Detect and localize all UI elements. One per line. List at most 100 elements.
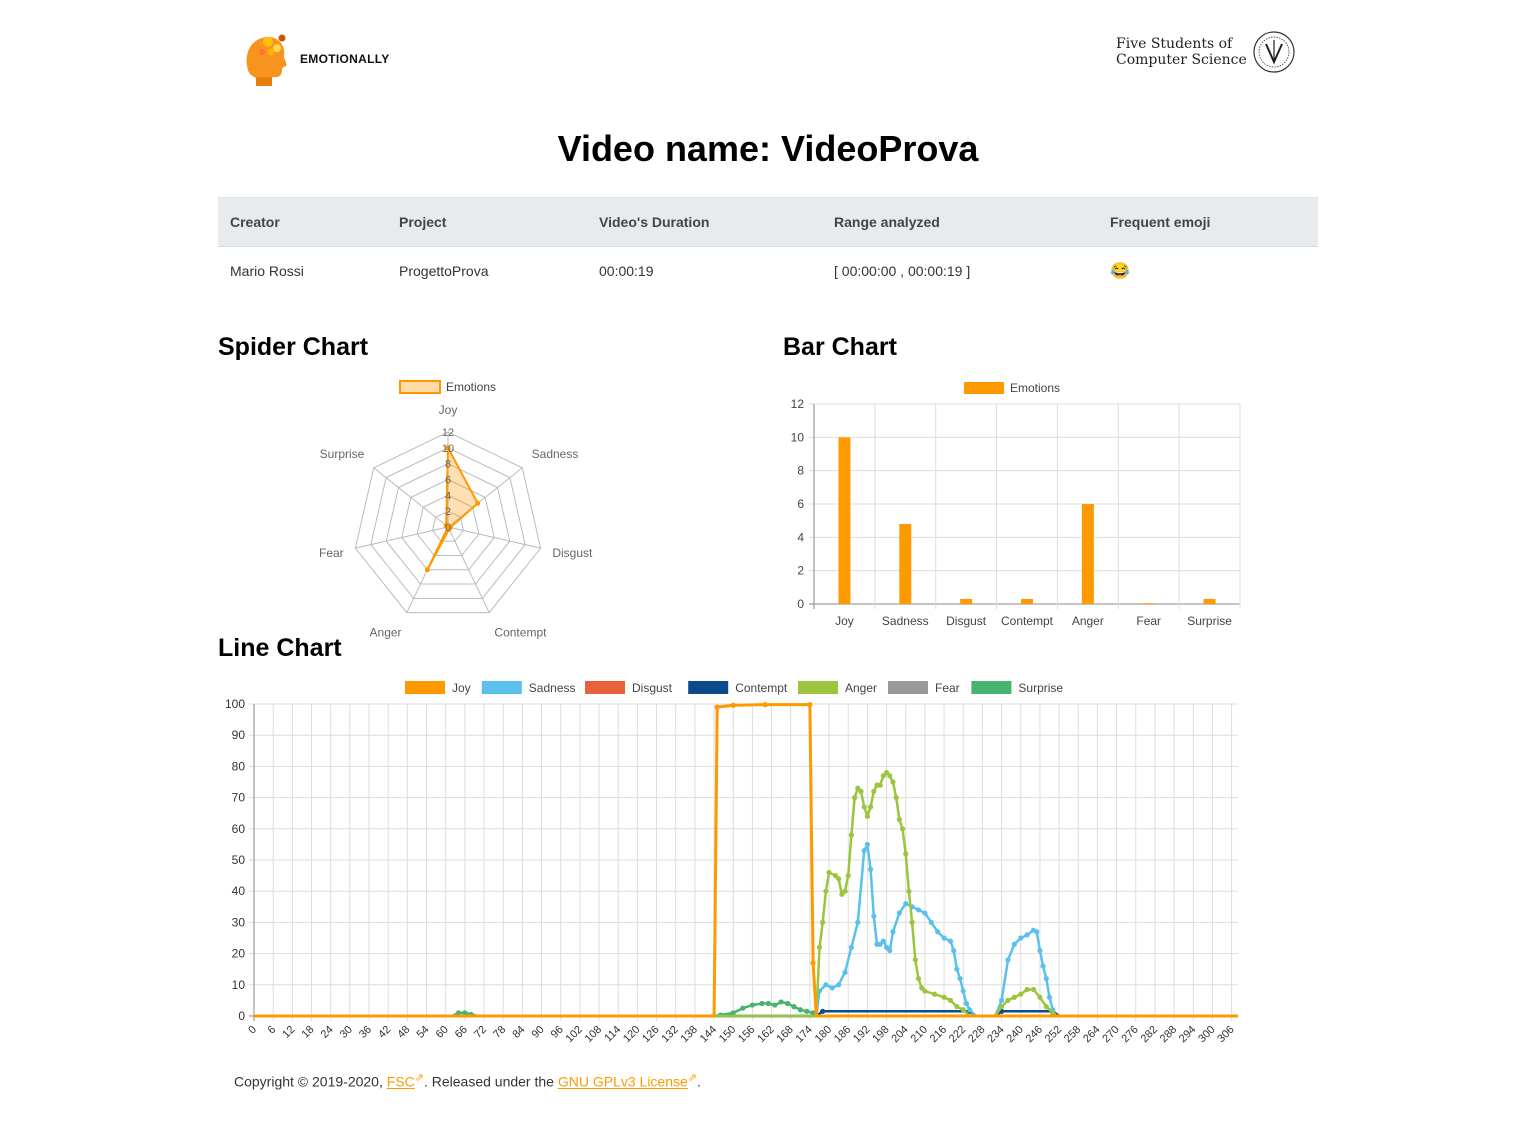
data-point: [1011, 994, 1017, 1000]
legend-label: Anger: [845, 681, 877, 695]
data-point: [778, 999, 784, 1005]
data-point: [960, 988, 966, 994]
y-tick-label: 40: [232, 884, 246, 898]
bar: [1142, 603, 1155, 604]
x-tick-label: Anger: [1072, 614, 1104, 628]
x-tick-label: Sadness: [882, 614, 929, 628]
x-tick-label: 114: [602, 1024, 623, 1045]
data-point: [1043, 1004, 1049, 1010]
data-point: [1043, 975, 1049, 982]
org-name[interactable]: Five Students of Computer Science: [1116, 36, 1247, 68]
data-point: [912, 957, 918, 963]
x-tick-label: 78: [491, 1024, 508, 1041]
x-tick-label: 120: [621, 1024, 642, 1045]
data-point: [740, 1005, 746, 1011]
data-point: [1040, 963, 1046, 969]
y-tick-label: 12: [791, 397, 805, 411]
data-point: [998, 1004, 1005, 1010]
column-header-duration: Video's Duration: [587, 197, 822, 247]
x-tick-label: 132: [659, 1024, 680, 1045]
category-label: Surprise: [320, 447, 365, 461]
x-tick-label: 36: [357, 1024, 374, 1041]
data-point: [861, 804, 867, 810]
data-point: [867, 804, 874, 810]
x-tick-label: 180: [813, 1024, 834, 1045]
x-tick-label: 264: [1081, 1024, 1102, 1045]
legend-swatch: [585, 681, 625, 694]
data-point: [820, 919, 826, 925]
data-point: [765, 1000, 771, 1007]
data-point: [887, 773, 893, 779]
footer-middle: . Released under the: [423, 1073, 558, 1090]
y-tick-label: 2: [797, 564, 804, 578]
data-point: [967, 1007, 973, 1013]
data-point: [915, 975, 922, 982]
data-point: [1005, 957, 1011, 963]
fsc-link[interactable]: FSC: [387, 1074, 415, 1090]
legend-swatch: [405, 681, 445, 694]
range-cell: [ 00:00:00 , 00:00:19 ]: [834, 263, 971, 279]
data-point: [1037, 947, 1043, 954]
x-tick-label: 72: [472, 1024, 489, 1041]
x-tick-label: 258: [1062, 1024, 1083, 1045]
data-point: [848, 832, 855, 838]
data-point: [826, 869, 832, 876]
legend-swatch: [688, 681, 729, 694]
x-tick-label: 240: [1004, 1024, 1025, 1045]
footer-prefix: Copyright © 2019-2020,: [234, 1073, 387, 1090]
data-point: [890, 929, 896, 935]
legend-swatch: [481, 681, 522, 694]
x-tick-label: 174: [794, 1024, 815, 1045]
data-point: [823, 888, 829, 894]
data-point: [772, 1002, 778, 1008]
series-line-sadness: [254, 843, 1238, 1018]
category-label: Contempt: [494, 625, 547, 639]
data-point: [935, 929, 941, 935]
legend-label: Emotions: [446, 380, 496, 394]
radial-tick-label: 12: [442, 427, 454, 439]
radial-tick-label: 6: [445, 475, 451, 487]
grid-spoke: [447, 526, 541, 549]
legend-swatch: [798, 681, 838, 694]
y-tick-label: 30: [232, 915, 246, 929]
category-label: Joy: [439, 403, 458, 417]
data-point: [864, 841, 871, 847]
legend-swatch: [888, 681, 928, 694]
data-point: [864, 813, 871, 819]
bar-chart: Emotions 0 2 4 6 8 10 12 Joy Sadness Disgust Contem…: [791, 381, 1241, 628]
data-point: [947, 938, 954, 944]
y-tick-label: 4: [797, 530, 804, 544]
category-label: Disgust: [552, 546, 593, 560]
y-tick-label: 10: [232, 978, 246, 992]
data-point: [963, 1000, 970, 1007]
data-point: [922, 910, 928, 916]
x-tick-label: 96: [549, 1024, 566, 1041]
x-tick-label: Surprise: [1187, 614, 1232, 628]
spider-chart: Emotions 0 2 4 6 8 10 12 Joy Sadness Disgust Contem…: [319, 380, 593, 639]
x-tick-label: 150: [717, 1024, 738, 1045]
data-point: [1030, 986, 1037, 993]
series-line-surprise: [254, 1000, 1238, 1018]
data-point: [903, 901, 909, 907]
data-point: [852, 795, 858, 801]
x-tick-label: Fear: [1136, 614, 1161, 628]
x-tick-label: 222: [947, 1024, 968, 1045]
radial-tick-label: 10: [442, 443, 454, 455]
legend-label: Sadness: [529, 681, 576, 695]
data-point: [896, 816, 902, 823]
data-point: [947, 997, 954, 1003]
legend-swatch: [964, 382, 1004, 394]
legend-label: Surprise: [1018, 681, 1063, 695]
data-point: [867, 866, 874, 872]
data-point: [749, 1002, 755, 1008]
bar: [1203, 599, 1216, 604]
column-header-emoji: Frequent emoji: [1098, 197, 1318, 247]
x-tick-label: 276: [1119, 1024, 1140, 1045]
license-link[interactable]: GNU GPLv3 License: [558, 1074, 688, 1090]
x-tick-label: 246: [1024, 1024, 1045, 1045]
data-point: [842, 969, 848, 975]
x-tick-label: 234: [985, 1024, 1006, 1045]
data-point: [759, 1000, 765, 1007]
data-point: [816, 944, 823, 950]
table-header-row: Creator Project Video's Duration Range a…: [218, 197, 1318, 247]
